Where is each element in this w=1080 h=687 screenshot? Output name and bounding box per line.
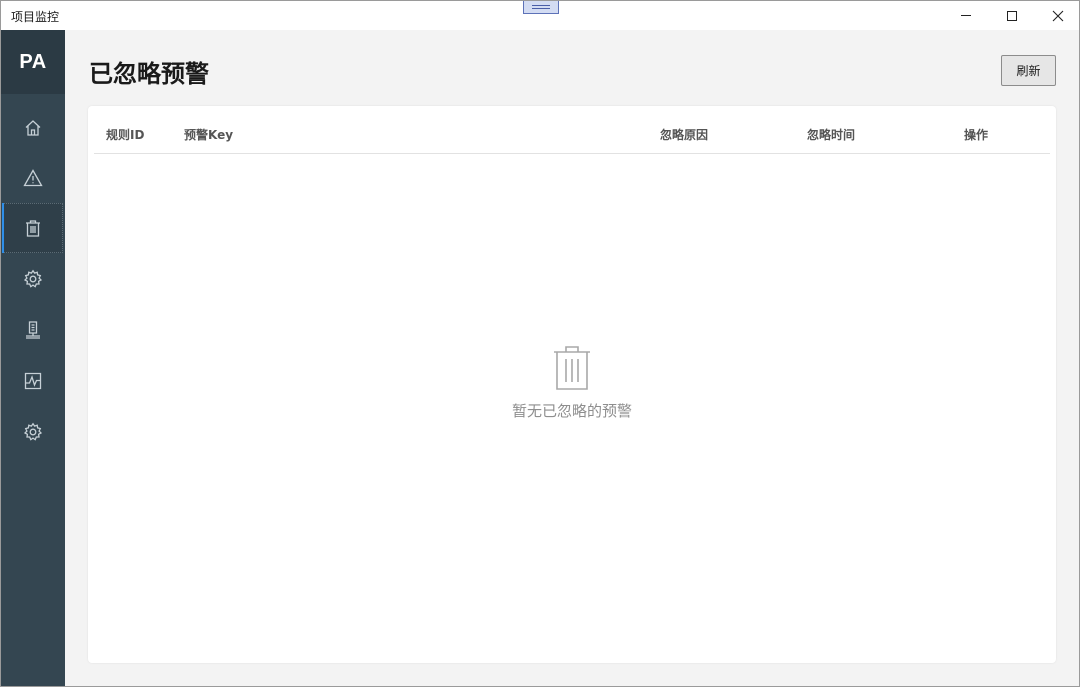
sidebar-item-ignored[interactable] [2,203,63,253]
maximize-button[interactable] [989,1,1035,30]
app-window: 项目监控 PA 已忽略预警 刷新 规则ID 预警Key 忽略原因 忽略时间 操作… [0,0,1080,687]
sidebar-item-alerts[interactable] [1,153,65,203]
sidebar-item-server[interactable] [1,305,65,355]
column-header-ignore-reason[interactable]: 忽略原因 [660,126,708,143]
sidebar-item-monitor[interactable] [1,356,65,406]
sidebar-item-system-settings[interactable] [1,407,65,457]
close-button[interactable] [1035,1,1079,30]
sidebar-item-home[interactable] [1,103,65,153]
empty-state-message: 暂无已忽略的预警 [511,402,632,420]
column-header-ignore-time[interactable]: 忽略时间 [807,126,855,143]
server-icon [26,321,40,339]
refresh-button[interactable]: 刷新 [1001,55,1056,86]
sidebar: PA [1,30,65,686]
table-header: 规则ID 预警Key 忽略原因 忽略时间 操作 [94,106,1050,154]
gear-icon [23,422,43,441]
close-icon [1052,10,1064,21]
chart-icon [24,372,42,390]
column-header-alert-key[interactable]: 预警Key [184,126,233,143]
page-title: 已忽略预警 [89,60,209,88]
gear-icon [23,269,43,288]
ignored-alerts-table: 规则ID 预警Key 忽略原因 忽略时间 操作 暂无已忽略的预警 [88,106,1056,663]
maximize-icon [1007,10,1017,21]
minimize-button[interactable] [943,1,989,30]
column-header-actions[interactable]: 操作 [964,126,988,143]
trash-icon [554,346,590,390]
home-icon [25,120,41,136]
window-title: 项目监控 [11,10,60,24]
drag-handle-icon[interactable] [523,1,559,14]
main-content: 已忽略预警 刷新 规则ID 预警Key 忽略原因 忽略时间 操作 暂无已忽略的预… [65,30,1079,686]
title-bar[interactable]: 项目监控 [1,1,1079,30]
empty-state: 暂无已忽略的预警 [88,344,1056,421]
sidebar-item-settings[interactable] [1,254,65,304]
app-logo: PA [1,30,65,94]
minimize-icon [961,15,971,16]
trash-icon [26,220,40,237]
column-header-rule-id[interactable]: 规则ID [106,126,144,143]
warning-icon [23,169,43,187]
